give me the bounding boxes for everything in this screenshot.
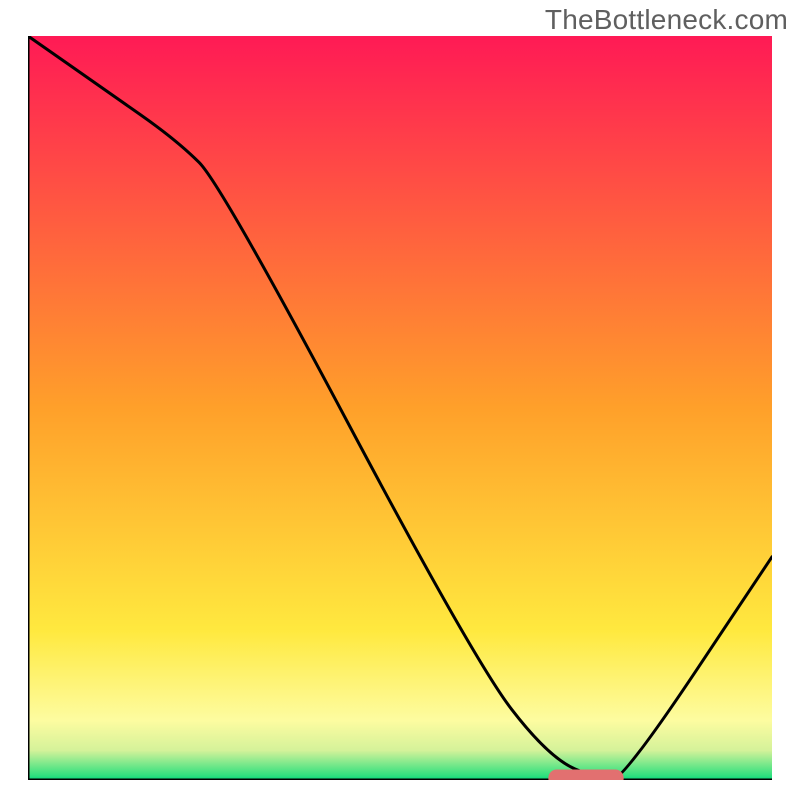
bottleneck-chart — [28, 36, 772, 780]
watermark-text: TheBottleneck.com — [545, 4, 788, 36]
optimal-zone-marker — [549, 770, 623, 780]
chart-gradient-background — [28, 36, 772, 780]
